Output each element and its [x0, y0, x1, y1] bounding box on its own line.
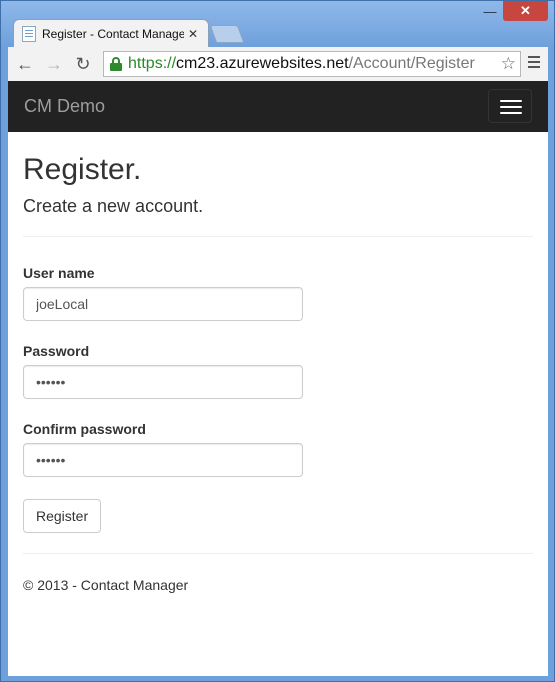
url-scheme: https:// [128, 55, 177, 72]
forward-icon[interactable]: → [42, 52, 66, 76]
url-text: https://cm23.azurewebsites.net/Account/R… [128, 55, 475, 73]
reload-icon[interactable]: ↻ [71, 52, 95, 76]
site-navbar: CM Demo [8, 81, 548, 132]
register-button[interactable]: Register [23, 499, 102, 533]
hamburger-icon [500, 100, 522, 102]
close-icon[interactable]: ✕ [503, 1, 548, 21]
confirm-password-label: Confirm password [23, 421, 146, 437]
footer-text: © 2013 - Contact Manager [23, 577, 189, 593]
username-input[interactable] [23, 287, 303, 321]
tab-close-icon[interactable]: ✕ [188, 27, 198, 41]
tab-title: Register - Contact Manage [42, 26, 184, 41]
navbar-toggle-button[interactable] [488, 89, 532, 123]
lock-icon [110, 57, 122, 71]
navbar-brand[interactable]: CM Demo [24, 96, 105, 117]
page-title: Register. [23, 153, 142, 186]
url-host: cm23.azurewebsites.net [176, 55, 349, 72]
browser-tab[interactable]: Register - Contact Manage ✕ [13, 19, 209, 47]
password-label: Password [23, 343, 90, 359]
address-bar[interactable]: https://cm23.azurewebsites.net/Account/R… [103, 51, 521, 77]
password-group: Password [23, 343, 533, 399]
confirm-password-group: Confirm password [23, 421, 533, 477]
divider [23, 236, 533, 237]
menu-icon[interactable] [528, 56, 540, 58]
page-favicon-icon [22, 25, 36, 42]
browser-window: — ✕ Register - Contact Manage ✕ ← → ↻ ht… [0, 0, 555, 682]
minimize-icon[interactable]: — [477, 1, 503, 21]
browser-toolbar: ← → ↻ https://cm23.azurewebsites.net/Acc… [8, 47, 548, 81]
window-controls: — ✕ [477, 1, 548, 21]
confirm-password-input[interactable] [23, 443, 303, 477]
page-viewport: CM Demo Register. Create a new account. … [8, 81, 548, 676]
password-input[interactable] [23, 365, 303, 399]
title-bar: — ✕ Register - Contact Manage ✕ [1, 1, 554, 47]
username-group: User name [23, 265, 533, 321]
hamburger-icon [500, 112, 522, 114]
username-label: User name [23, 265, 95, 281]
new-tab-button[interactable] [209, 25, 245, 43]
star-icon[interactable]: ☆ [501, 54, 516, 74]
hamburger-icon [500, 106, 522, 108]
main-container: Register. Create a new account. User nam… [8, 153, 548, 593]
back-icon[interactable]: ← [13, 52, 37, 76]
page-subtitle: Create a new account. [23, 196, 204, 216]
footer-divider [23, 553, 533, 554]
url-path: /Account/Register [348, 55, 475, 72]
